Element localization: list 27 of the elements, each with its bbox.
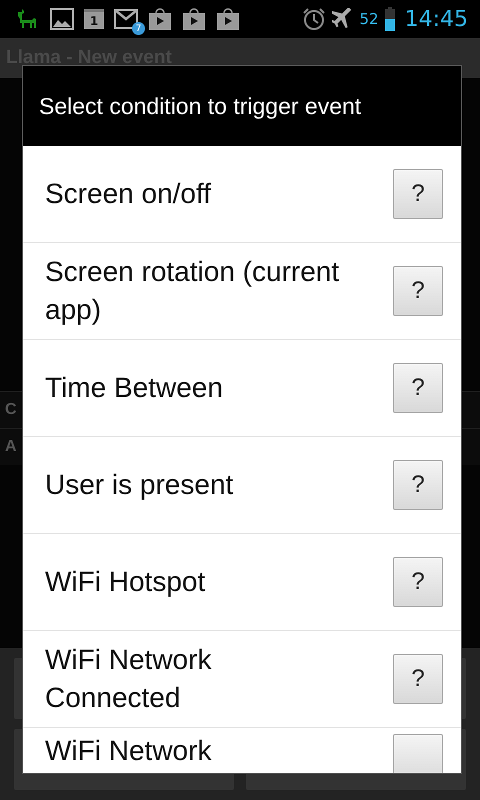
help-button[interactable]: ?	[393, 363, 443, 413]
help-button[interactable]: ?	[393, 266, 443, 316]
condition-item[interactable]: Screen on/off ?	[23, 146, 461, 243]
condition-item[interactable]: WiFi Network Connected ?	[23, 631, 461, 728]
alarm-icon	[302, 7, 326, 31]
condition-item[interactable]: Screen rotation (current app) ?	[23, 243, 461, 340]
help-button[interactable]: ?	[393, 169, 443, 219]
condition-item[interactable]: WiFi Network	[23, 728, 461, 773]
play-store-icon	[216, 7, 240, 31]
help-button[interactable]	[393, 734, 443, 773]
condition-item[interactable]: User is present ?	[23, 437, 461, 534]
play-store-icon	[148, 7, 172, 31]
battery-icon	[384, 7, 395, 31]
airplane-icon	[332, 8, 354, 30]
dialog-title: Select condition to trigger event	[23, 66, 461, 146]
battery-percent: 52	[360, 10, 379, 28]
help-button[interactable]: ?	[393, 654, 443, 704]
clock-time: 14:45	[404, 6, 468, 32]
help-button[interactable]: ?	[393, 557, 443, 607]
play-store-icon	[182, 7, 206, 31]
condition-item[interactable]: Time Between ?	[23, 340, 461, 437]
notification-badge: 7	[132, 22, 145, 35]
calendar-icon: 1	[84, 9, 104, 29]
condition-item[interactable]: WiFi Hotspot ?	[23, 534, 461, 631]
image-icon	[50, 8, 74, 30]
help-button[interactable]: ?	[393, 460, 443, 510]
mail-icon	[114, 9, 138, 29]
